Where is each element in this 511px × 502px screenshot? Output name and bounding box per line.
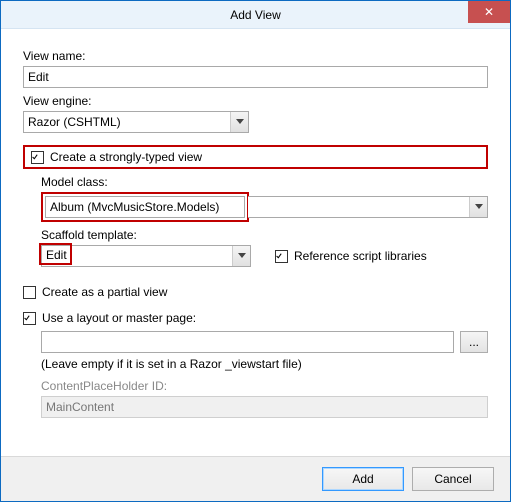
add-button[interactable]: Add	[322, 467, 404, 491]
ref-scripts-checkbox[interactable]	[275, 250, 288, 263]
view-name-value: Edit	[28, 67, 49, 87]
cph-id-label: ContentPlaceHolder ID:	[41, 379, 488, 393]
scaffold-value: Edit	[46, 248, 67, 262]
view-engine-dropdown[interactable]: Razor (CSHTML)	[23, 111, 249, 133]
strongly-typed-checkbox[interactable]	[31, 151, 44, 164]
use-layout-checkbox[interactable]	[23, 312, 36, 325]
strongly-typed-label: Create a strongly-typed view	[50, 150, 202, 164]
model-class-dropdown-highlight: Album (MvcMusicStore.Models)	[45, 196, 245, 218]
scaffold-label: Scaffold template:	[41, 228, 488, 242]
strongly-typed-highlight: Create a strongly-typed view	[23, 145, 488, 169]
layout-path-input[interactable]	[41, 331, 454, 353]
partial-view-checkbox[interactable]	[23, 286, 36, 299]
view-name-label: View name:	[23, 49, 488, 63]
cancel-button[interactable]: Cancel	[412, 467, 494, 491]
close-icon: ✕	[484, 5, 494, 19]
view-name-input[interactable]: Edit	[23, 66, 488, 88]
model-class-label: Model class:	[41, 175, 488, 189]
dialog-footer: Add Cancel	[1, 456, 510, 501]
cph-id-input: MainContent	[41, 396, 488, 418]
view-engine-value: Razor (CSHTML)	[28, 112, 121, 132]
layout-hint: (Leave empty if it is set in a Razor _vi…	[41, 357, 488, 371]
cph-id-value: MainContent	[46, 397, 114, 417]
dialog-content: View name: Edit View engine: Razor (CSHT…	[1, 29, 510, 456]
chevron-down-icon	[469, 197, 487, 217]
view-engine-label: View engine:	[23, 94, 488, 108]
window-title: Add View	[1, 8, 510, 22]
ref-scripts-label: Reference script libraries	[294, 249, 427, 263]
model-class-dropdown[interactable]	[248, 196, 488, 218]
model-class-value: Album (MvcMusicStore.Models)	[50, 197, 219, 217]
titlebar: Add View ✕	[1, 1, 510, 29]
chevron-down-icon	[230, 112, 248, 132]
ellipsis-icon: ...	[469, 335, 479, 349]
partial-view-label: Create as a partial view	[42, 285, 167, 299]
chevron-down-icon	[232, 246, 250, 266]
close-button[interactable]: ✕	[468, 1, 510, 23]
scaffold-dropdown[interactable]	[41, 245, 251, 267]
use-layout-label: Use a layout or master page:	[42, 311, 196, 325]
browse-button[interactable]: ...	[460, 331, 488, 353]
